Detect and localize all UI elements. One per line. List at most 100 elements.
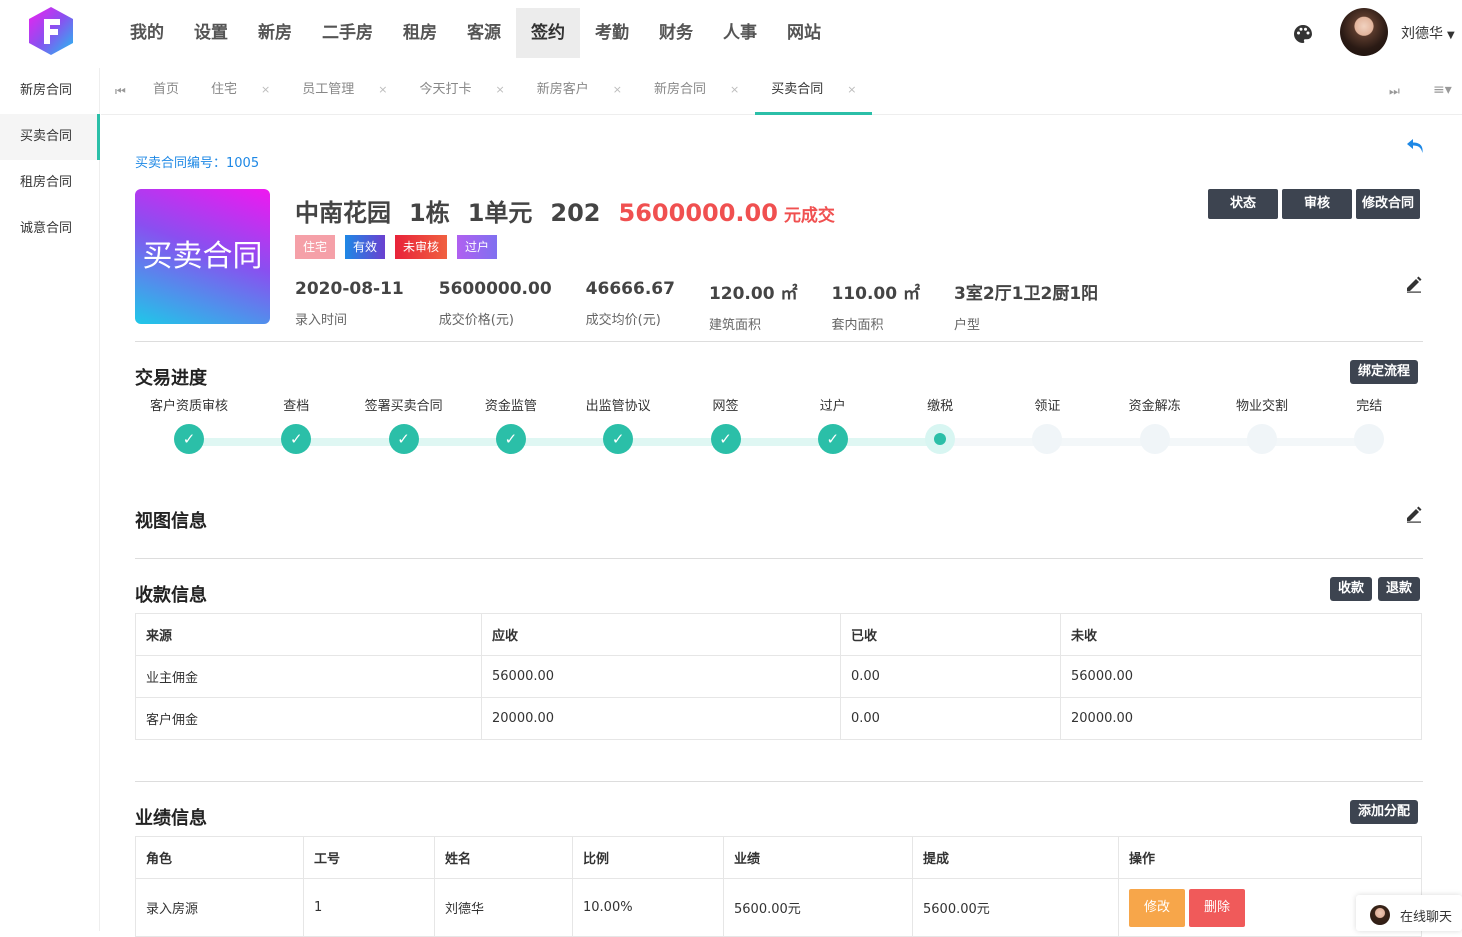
nav-item[interactable]: 租房 [388,8,452,58]
tab-menu-icon[interactable]: ≡▾ [1433,82,1452,98]
nav-item[interactable]: 客源 [452,8,516,58]
modify-contract-button[interactable]: 修改合同 [1356,189,1421,219]
bind-flow-button[interactable]: 绑定流程 [1350,360,1419,384]
stat-value: 120.00 ㎡ [708,284,798,304]
nav-item[interactable]: 设置 [179,8,243,58]
user-name: 刘德华 [1401,26,1443,42]
nav-item[interactable]: 我的 [115,8,179,58]
close-icon[interactable]: × [613,83,622,96]
col-actions: 操作 [1118,836,1422,879]
stat-value: 2020-08-11 [295,279,404,299]
palette-icon[interactable] [1293,24,1313,44]
step-label: 资金监管 [484,399,537,414]
app-logo[interactable] [28,6,74,56]
step-label: 物业交割 [1235,399,1288,414]
add-allocation-button[interactable]: 添加分配 [1350,800,1419,824]
col-receivable: 应收 [481,613,841,656]
contract-title: 中南花园 1栋 1单元 202 5600000.00 元成交 [295,193,853,228]
progress-step: 物业交割 [1208,395,1316,454]
status-button[interactable]: 状态 [1208,189,1278,219]
cell: 56000.00 [481,655,841,698]
nav-item[interactable]: 二手房 [307,8,388,58]
sidebar-item[interactable]: 买卖合同 [0,114,100,160]
chat-avatar [1370,905,1390,925]
nav-item[interactable]: 考勤 [580,8,644,58]
contract-actions: 状态 审核 修改合同 [1204,189,1421,219]
stat-deal-price: 5600000.00 成交价格(元) [439,279,552,333]
step-label: 出监管协议 [585,399,651,414]
sidebar-item[interactable]: 租房合同 [0,160,99,206]
user-menu[interactable]: 刘德华 ▼ [1401,23,1455,43]
performance-table: 角色 工号 姓名 比例 业绩 提成 操作 录入房源 1 刘德华 10.00% 5… [135,836,1422,937]
last-tab-icon[interactable]: ⏭ [1389,84,1400,99]
stat-label: 录入时间 [295,313,348,328]
stat-label: 套内面积 [831,318,884,333]
review-button[interactable]: 审核 [1282,189,1352,219]
close-icon[interactable]: × [496,83,505,96]
progress-steps: 客户资质审核 查档 签署买卖合同 资金监管 出监管协议 网签 过户 缴税 领证 资金解冻 物业交割 完… [135,395,1423,455]
tab-label: 新房合同 [653,82,706,97]
nav-item[interactable]: 人事 [708,8,772,58]
nav-item[interactable]: 财务 [644,8,708,58]
contract-number: 买卖合同编号：1005 [135,156,260,171]
close-icon[interactable]: × [730,83,739,96]
sidebar-item[interactable]: 新房合同 [0,68,99,114]
close-icon[interactable]: × [847,83,856,96]
step-dot [1354,424,1385,454]
tab-label: 买卖合同 [771,82,824,97]
close-icon[interactable]: × [378,83,387,96]
user-avatar[interactable] [1340,8,1388,56]
progress-step: 缴税 [886,395,994,454]
cell: 10.00% [572,878,724,937]
stat-value: 110.00 ㎡ [831,284,920,304]
contract-stats: 2020-08-11 录入时间 5600000.00 成交价格(元) 46666.6… [295,279,1132,333]
nav-item[interactable]: 新房 [243,8,307,58]
refund-button[interactable]: 退款 [1378,577,1421,601]
divider [135,558,1423,559]
nav-item[interactable]: 网站 [772,8,836,58]
divider [135,781,1423,782]
undo-icon[interactable] [1405,135,1427,157]
price-suffix: 元成交 [783,206,835,226]
step-label: 完结 [1356,399,1383,414]
progress-title: 交易进度 [135,368,207,389]
tab[interactable]: 买卖合同 × [755,68,873,115]
tab[interactable]: 新房合同 × [638,68,755,115]
stat-label: 户型 [954,318,981,333]
step-label: 领证 [1034,399,1061,414]
table-row: 录入房源 1 刘德华 10.00% 5600.00元 5600.00元 修改 删除 [135,878,1422,937]
tab[interactable]: 新房客户 × [521,68,638,115]
cell: 业主佣金 [135,655,482,698]
table-row: 客户佣金 20000.00 0.00 20000.00 [135,697,1422,740]
stat-value: 46666.67 [585,279,675,299]
tab[interactable]: 员工管理 × [286,68,403,115]
badge-type: 住宅 [295,235,336,259]
table-header: 来源 应收 已收 未收 [135,613,1422,656]
close-icon[interactable]: × [261,83,270,96]
collect-button[interactable]: 收款 [1330,577,1373,601]
tab[interactable]: 首页 [137,68,195,115]
sidebar-item[interactable]: 诚意合同 [0,206,99,252]
cell: 56000.00 [1060,655,1422,698]
delete-button[interactable]: 删除 [1189,888,1245,927]
step-label: 网签 [712,399,739,414]
tabs: 首页 住宅 × 员工管理 × 今天打卡 × 新房客户 × 新房合同 × 买卖合同 × [137,68,873,115]
step-label: 客户资质审核 [149,399,228,414]
stat-value: 3室2厅1卫2厨1阳 [954,284,1099,304]
cell: 5600.00元 [912,878,1119,937]
edit-button[interactable]: 修改 [1129,888,1185,927]
tab[interactable]: 住宅 × [195,68,286,115]
first-tab-icon[interactable]: ⏮ [115,84,126,99]
view-info-title: 视图信息 [135,511,207,532]
tab-label: 首页 [153,82,180,97]
online-chat-button[interactable]: 在线聊天 [1356,895,1462,931]
tab[interactable]: 今天打卡 × [403,68,520,115]
check-icon [603,424,634,454]
edit-icon[interactable] [1405,505,1423,523]
nav-item[interactable]: 签约 [516,8,580,58]
payment-table: 来源 应收 已收 未收 业主佣金 56000.00 0.00 56000.00 … [135,613,1422,740]
check-icon [281,424,312,454]
progress-step: 资金解冻 [1101,395,1209,454]
step-label: 查档 [283,399,310,414]
edit-icon[interactable] [1405,275,1423,293]
